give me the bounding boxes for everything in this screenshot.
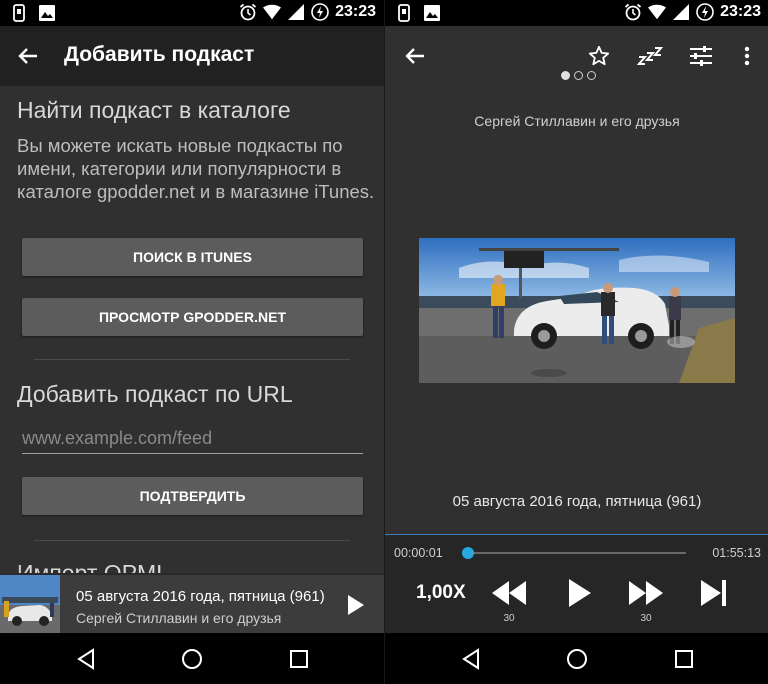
image-notification-icon [423, 4, 441, 22]
rewind-seconds-label: 30 [503, 613, 515, 624]
catalog-heading: Найти подкаст в каталоге [17, 97, 291, 123]
podcast-author: Сергей Стиллавин и его друзья [474, 113, 680, 129]
alarm-icon [239, 3, 257, 21]
episode-title: 05 августа 2016 года, пятница (961) [452, 493, 702, 510]
battery-charging-icon [696, 3, 714, 21]
wifi-icon [263, 3, 282, 21]
divider [34, 540, 350, 541]
position-time: 00:00:01 [394, 546, 443, 560]
status-time: 23:23 [335, 3, 376, 20]
page-dot[interactable] [561, 71, 570, 80]
feed-url-input[interactable] [22, 424, 363, 454]
sim-notification-icon [395, 4, 413, 22]
mini-player-episode-title: 05 августа 2016 года, пятница (961) [76, 588, 325, 605]
back-arrow-icon[interactable] [14, 42, 42, 70]
status-bar: 23:23 [385, 0, 768, 26]
page-dot[interactable] [587, 71, 596, 80]
episode-thumbnail [0, 575, 60, 633]
sleep-timer-icon[interactable] [636, 42, 664, 70]
play-icon[interactable] [565, 575, 595, 611]
skip-next-icon[interactable] [699, 575, 729, 611]
mini-player[interactable]: 05 августа 2016 года, пятница (961) Серг… [0, 573, 384, 633]
page-title: Добавить подкаст [64, 43, 255, 66]
page-dot[interactable] [574, 71, 583, 80]
wifi-icon [648, 3, 667, 21]
duration-time: 01:55:13 [712, 546, 761, 560]
nav-recents-icon[interactable] [285, 645, 313, 673]
browse-gpodder-button[interactable]: ПРОСМОТР GPODDER.NET [22, 298, 363, 336]
signal-icon [672, 3, 690, 21]
playback-speed-button[interactable]: 1,00X [416, 582, 466, 604]
player-screen: 23:23 Сергей Стиллавин и его друзья 05 а… [384, 0, 768, 684]
image-notification-icon [38, 4, 56, 22]
app-bar: Добавить подкаст [0, 26, 384, 86]
back-arrow-icon[interactable] [401, 42, 429, 70]
alarm-icon [624, 3, 642, 21]
nav-home-icon[interactable] [178, 645, 206, 673]
battery-charging-icon [311, 3, 329, 21]
add-podcast-screen: 23:23 Добавить подкаст Найти подкаст в к… [0, 0, 384, 684]
confirm-button[interactable]: ПОДТВЕРДИТЬ [22, 477, 363, 515]
nav-home-icon[interactable] [563, 645, 591, 673]
search-itunes-button[interactable]: ПОИСК В ITUNES [22, 238, 363, 276]
nav-back-icon[interactable] [72, 645, 100, 673]
page-indicator [561, 71, 596, 80]
seek-bar[interactable] [462, 547, 686, 559]
url-heading: Добавить подкаст по URL [17, 381, 293, 407]
seek-bar-thumb[interactable] [462, 547, 474, 559]
forward-seconds-label: 30 [640, 613, 652, 624]
fast-forward-icon[interactable] [626, 575, 666, 611]
signal-icon [287, 3, 305, 21]
playback-controls: 00:00:01 01:55:13 1,00X 30 30 [385, 534, 768, 633]
system-nav-bar [385, 633, 768, 684]
divider [34, 359, 350, 360]
nav-recents-icon[interactable] [670, 645, 698, 673]
star-icon[interactable] [585, 42, 613, 70]
overflow-menu-icon[interactable] [733, 42, 761, 70]
equalizer-icon[interactable] [687, 42, 715, 70]
play-icon[interactable] [342, 591, 370, 619]
rewind-icon[interactable] [489, 575, 529, 611]
sim-notification-icon [10, 4, 28, 22]
status-bar: 23:23 [0, 0, 384, 26]
episode-cover-image [419, 238, 735, 383]
status-time: 23:23 [720, 3, 761, 20]
system-nav-bar [0, 633, 384, 684]
catalog-description: Вы можете искать новые подкасты по имени… [17, 135, 375, 202]
mini-player-author: Сергей Стиллавин и его друзья [76, 610, 282, 626]
nav-back-icon[interactable] [457, 645, 485, 673]
